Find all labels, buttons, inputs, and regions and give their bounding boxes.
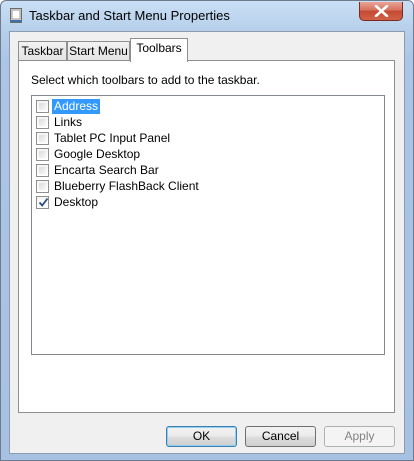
list-item-blueberry-flashback-client[interactable]: Blueberry FlashBack Client: [36, 178, 376, 194]
list-item-tablet-pc-input-panel[interactable]: Tablet PC Input Panel: [36, 130, 376, 146]
list-item-label: Blueberry FlashBack Client: [54, 179, 199, 193]
tab-label: Toolbars: [136, 41, 182, 55]
checkmark-icon: [38, 197, 49, 207]
dialog-client-area: Taskbar Start Menu Toolbars Select which…: [9, 31, 405, 454]
list-item-google-desktop[interactable]: Google Desktop: [36, 146, 376, 162]
apply-button[interactable]: Apply: [324, 426, 395, 447]
encarta-search-bar-checkbox[interactable]: [36, 164, 49, 177]
taskbar-properties-icon: [10, 8, 22, 23]
properties-window: Taskbar and Start Menu Properties Taskba…: [0, 0, 414, 461]
tab-toolbars[interactable]: Toolbars: [130, 38, 188, 62]
tab-taskbar[interactable]: Taskbar: [18, 41, 67, 61]
list-item-label: Links: [54, 115, 83, 129]
list-item-label: Address: [52, 99, 101, 114]
window-title: Taskbar and Start Menu Properties: [29, 8, 230, 23]
toolbars-tab-panel: Select which toolbars to add to the task…: [18, 60, 395, 413]
cancel-button[interactable]: Cancel: [245, 426, 316, 447]
close-icon: [374, 5, 389, 17]
google-desktop-checkbox[interactable]: [36, 148, 49, 161]
list-item-encarta-search-bar[interactable]: Encarta Search Bar: [36, 162, 376, 178]
list-item-address[interactable]: Address: [36, 98, 376, 114]
tab-label: Taskbar: [21, 44, 64, 58]
list-item-label: Encarta Search Bar: [54, 163, 159, 177]
tab-label: Start Menu: [69, 44, 128, 58]
blueberry-flashback-client-checkbox[interactable]: [36, 180, 49, 193]
title-bar[interactable]: Taskbar and Start Menu Properties: [1, 1, 413, 31]
close-button[interactable]: [359, 2, 403, 21]
list-item-label: Desktop: [54, 195, 99, 209]
list-item-label: Google Desktop: [54, 147, 141, 161]
links-checkbox[interactable]: [36, 116, 49, 129]
list-item-desktop[interactable]: Desktop: [36, 194, 376, 210]
address-checkbox[interactable]: [36, 100, 49, 113]
list-item-label: Tablet PC Input Panel: [54, 131, 171, 145]
ok-button[interactable]: OK: [166, 426, 237, 447]
ok-button-label: OK: [192, 429, 211, 443]
apply-button-label: Apply: [344, 429, 375, 443]
list-item-links[interactable]: Links: [36, 114, 376, 130]
tablet-pc-input-panel-checkbox[interactable]: [36, 132, 49, 145]
cancel-button-label: Cancel: [261, 429, 300, 443]
toolbars-list[interactable]: Address Links Tablet PC Input Panel Goog…: [31, 95, 385, 355]
desktop-checkbox[interactable]: [36, 196, 49, 209]
instruction-text: Select which toolbars to add to the task…: [31, 73, 260, 87]
tab-start-menu[interactable]: Start Menu: [67, 41, 130, 61]
